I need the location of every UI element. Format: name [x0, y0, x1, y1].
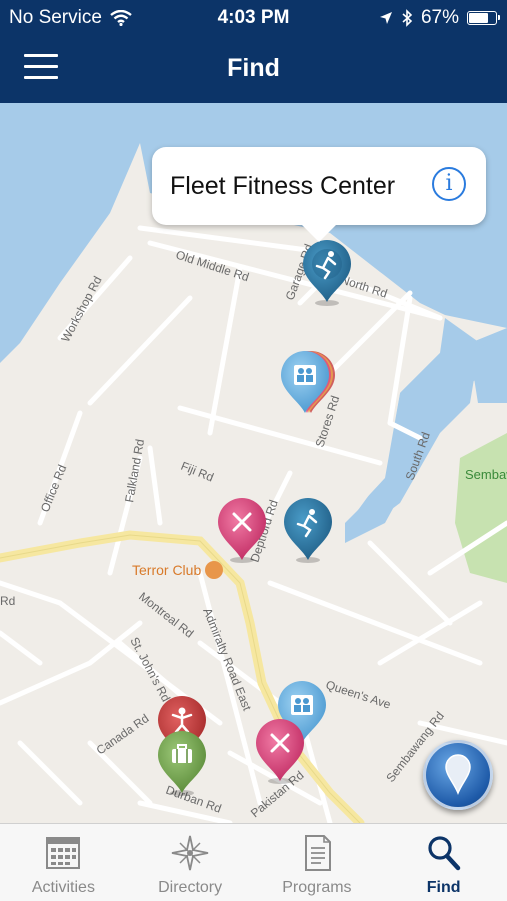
tab-directory[interactable]: Directory: [127, 824, 254, 901]
map-callout[interactable]: Fleet Fitness Center i: [152, 147, 486, 242]
nav-bar: Find: [0, 36, 507, 103]
place-label-text: Terror Club: [132, 562, 202, 578]
location-pin-icon: [445, 754, 471, 796]
tab-programs[interactable]: Programs: [254, 824, 381, 901]
status-bar: No Service 4:03 PM 67%: [0, 0, 507, 36]
callout-title: Fleet Fitness Center: [170, 172, 396, 200]
location-arrow-icon: [379, 12, 392, 24]
cafe-icon: [205, 561, 224, 579]
park-label: Sembawang: [465, 467, 507, 482]
document-icon: [304, 835, 331, 871]
battery-percent: 67%: [420, 7, 459, 28]
road-label: Rd: [0, 594, 15, 608]
compass-icon: [171, 835, 209, 871]
map-view[interactable]: Old Middle Rd Garage Rd North Rd Worksho…: [0, 103, 507, 823]
tab-label: Find: [426, 879, 461, 896]
locate-button[interactable]: [423, 740, 493, 810]
tab-label: Activities: [31, 879, 95, 896]
info-icon[interactable]: i: [432, 167, 466, 201]
battery-fill: [469, 13, 488, 23]
tab-bar: Activities Directory Programs Find: [0, 823, 507, 901]
tab-label: Directory: [158, 879, 223, 896]
tab-label: Programs: [282, 879, 352, 896]
place-label-terror-club[interactable]: Terror Club: [132, 561, 224, 579]
bluetooth-icon: [402, 9, 413, 27]
battery-icon: [467, 11, 500, 25]
tab-activities[interactable]: Activities: [0, 824, 127, 901]
search-icon: [428, 836, 460, 871]
tab-find[interactable]: Find: [380, 824, 507, 901]
page-title: Find: [227, 54, 280, 82]
status-right: 67%: [379, 7, 500, 29]
calendar-icon: [46, 837, 81, 869]
